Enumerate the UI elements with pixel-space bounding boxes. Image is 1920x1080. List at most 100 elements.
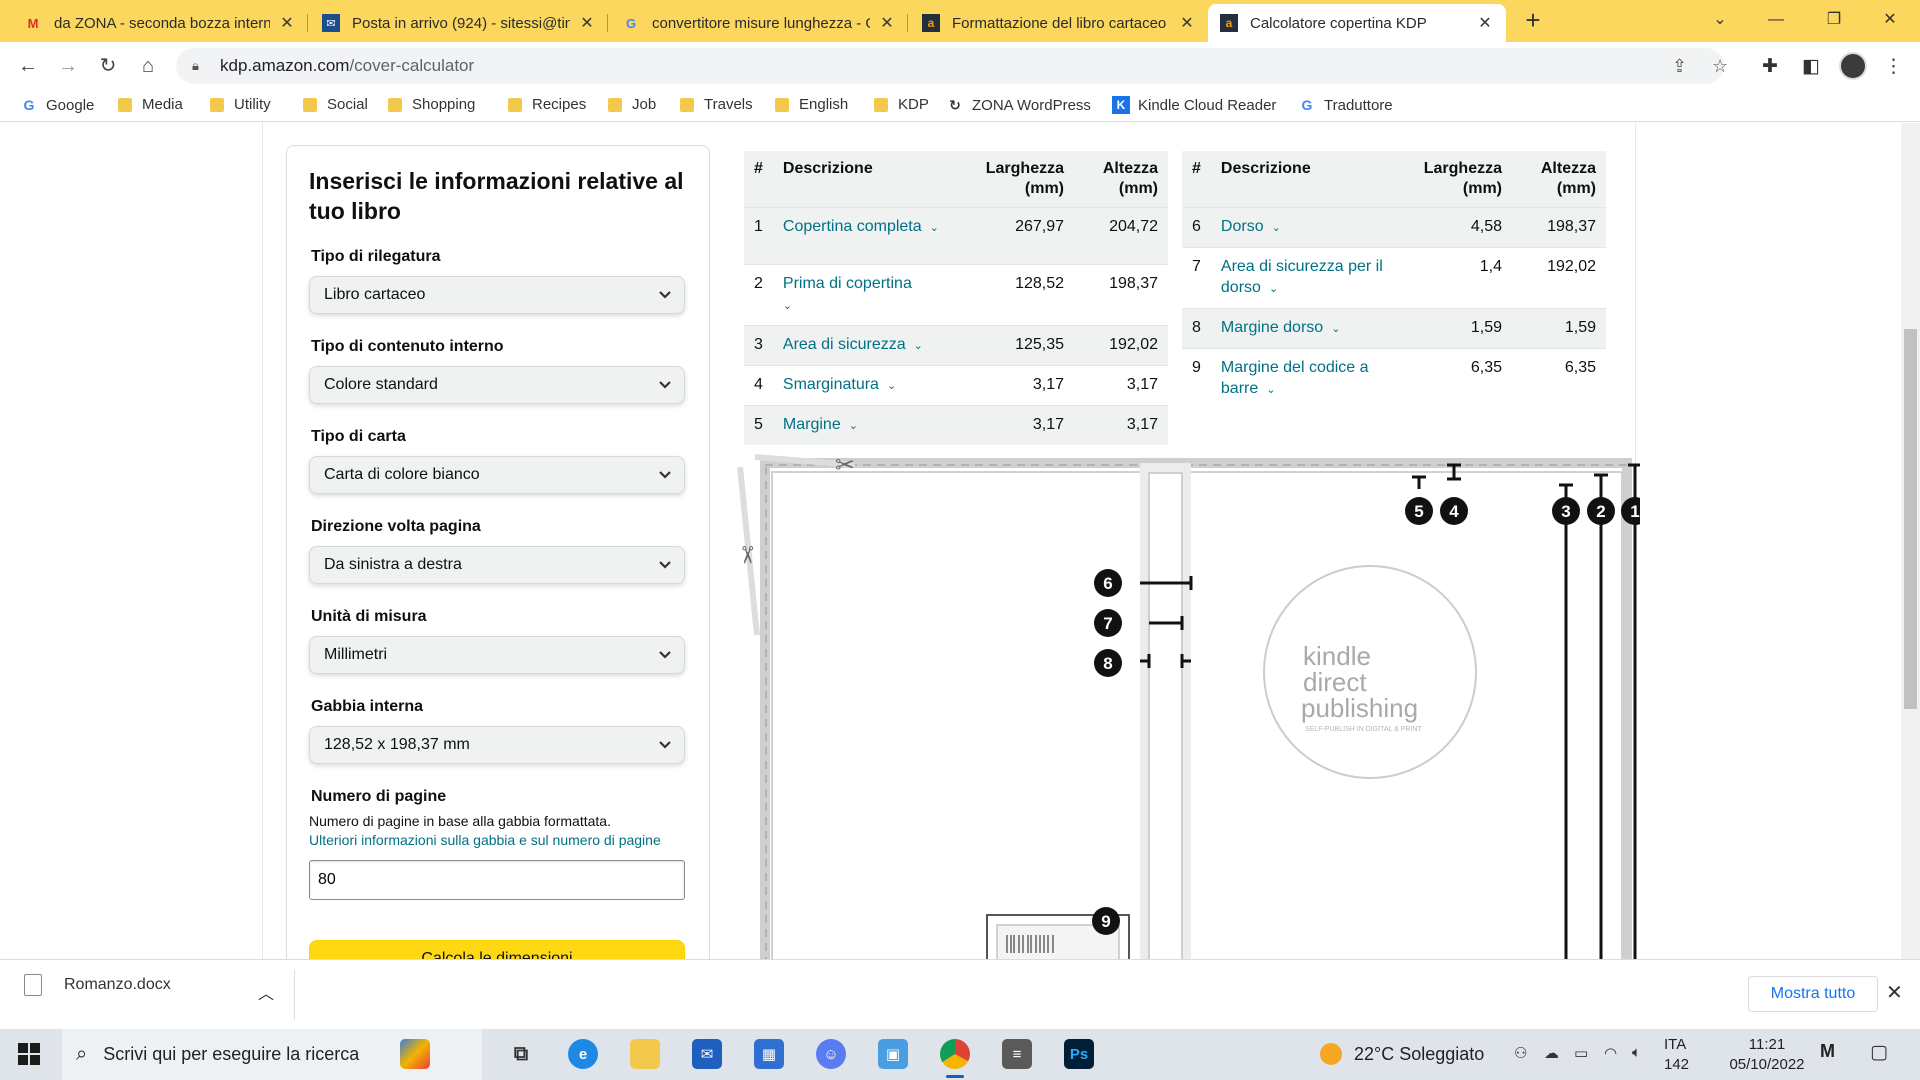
edge-icon[interactable]: e — [568, 1039, 598, 1069]
meet-icon[interactable]: M — [1820, 1041, 1835, 1062]
document-viewer-icon[interactable]: ≡ — [1002, 1039, 1032, 1069]
tab-gmail[interactable]: M da ZONA - seconda bozza intern ✕ — [12, 4, 308, 42]
bookmark-folder-utility[interactable]: Utility — [210, 96, 271, 113]
bookmark-folder-recipes[interactable]: Recipes — [508, 96, 586, 113]
mail-icon[interactable]: ✉ — [692, 1039, 722, 1069]
row-num: 4 — [744, 365, 773, 406]
people-icon[interactable]: ⚇ — [1514, 1044, 1527, 1062]
trim-pages-info-link[interactable]: Ulteriori informazioni sulla gabbia e su… — [309, 831, 685, 850]
share-icon[interactable]: ⇪ — [1672, 56, 1687, 77]
chevron-down-icon[interactable]: ⌄ — [1269, 283, 1278, 295]
reload-button[interactable]: ↻ — [92, 50, 124, 82]
chevron-down-icon[interactable]: ⌄ — [783, 300, 792, 312]
restore-button[interactable]: ❐ — [1814, 4, 1854, 36]
address-bar[interactable]: 🔒︎ kdp.amazon.com/cover-calculator — [176, 48, 1724, 84]
close-icon[interactable]: ✕ — [278, 13, 296, 33]
close-icon[interactable]: ✕ — [578, 13, 596, 33]
windows-taskbar: ⌕ Scrivi qui per eseguire la ricerca ⧉ e… — [0, 1029, 1920, 1080]
download-item[interactable]: Romanzo.docx — [24, 974, 171, 996]
show-all-button[interactable]: Mostra tutto — [1748, 976, 1878, 1012]
chevron-down-icon[interactable]: ⌄ — [887, 380, 896, 392]
row-desc-link[interactable]: Copertina completa — [783, 218, 922, 235]
bookmark-folder-english[interactable]: English — [775, 96, 848, 113]
close-icon[interactable]: ✕ — [1476, 13, 1494, 33]
row-desc-link[interactable]: Smarginatura — [783, 376, 879, 393]
col-height: Altezza (mm) — [1512, 151, 1606, 208]
chat-icon[interactable]: ☺ — [816, 1039, 846, 1069]
wifi-icon[interactable]: ◠ — [1604, 1044, 1617, 1062]
close-icon[interactable]: ✕ — [1886, 980, 1903, 1005]
row-desc-link[interactable]: Margine dorso — [1221, 319, 1323, 336]
chevron-down-icon[interactable]: ⌄ — [930, 222, 939, 234]
side-panel-icon[interactable]: ◧ — [1802, 55, 1820, 78]
row-desc-link[interactable]: Margine del codice a barre — [1221, 359, 1369, 397]
windows-start-icon[interactable] — [18, 1043, 40, 1065]
bookmark-kindle-cloud-reader[interactable]: K Kindle Cloud Reader — [1112, 96, 1276, 114]
row-desc-link[interactable]: Area di sicurezza per il dorso — [1221, 258, 1383, 296]
folder-icon — [874, 97, 888, 112]
tab-cover-calculator[interactable]: a Calcolatore copertina KDP ✕ — [1208, 4, 1506, 42]
row-width: 3,17 — [970, 365, 1074, 406]
row-desc-link[interactable]: Area di sicurezza — [783, 336, 906, 353]
chevron-down-icon[interactable]: ⌄ — [914, 340, 923, 352]
forward-button[interactable]: → — [52, 50, 84, 82]
unit-select[interactable]: Millimetri — [309, 636, 685, 674]
notifications-icon[interactable]: ▢ — [1870, 1041, 1888, 1064]
chevron-up-icon[interactable]: ︿ — [258, 980, 274, 1004]
bookmark-google[interactable]: G Google — [20, 96, 95, 114]
bookmark-folder-job[interactable]: Job — [608, 96, 656, 113]
input-language[interactable]: ITA 142 — [1664, 1035, 1689, 1075]
bookmark-folder-shopping[interactable]: Shopping — [388, 96, 475, 113]
paper-select[interactable]: Carta di colore bianco — [309, 456, 685, 494]
taskbar-clock[interactable]: 11:21 05/10/2022 — [1722, 1035, 1812, 1075]
menu-kebab-icon[interactable]: ⋮ — [1884, 55, 1903, 78]
bookmark-traduttore[interactable]: G Traduttore — [1298, 96, 1393, 114]
chevron-down-icon[interactable]: ⌄ — [849, 420, 858, 432]
store-icon[interactable]: ▦ — [754, 1039, 784, 1069]
direction-select[interactable]: Da sinistra a destra — [309, 546, 685, 584]
remote-desktop-icon[interactable]: ▣ — [878, 1039, 908, 1069]
task-view-icon[interactable]: ⧉ — [506, 1039, 536, 1069]
weather-widget[interactable]: 22°C Soleggiato — [1320, 1043, 1484, 1065]
profile-avatar[interactable] — [1839, 52, 1867, 80]
close-icon[interactable]: ✕ — [878, 13, 896, 33]
chevron-down-icon[interactable]: ⌄ — [1272, 222, 1281, 234]
bookmark-folder-travels[interactable]: Travels — [680, 96, 753, 113]
search-highlight-icon[interactable] — [400, 1039, 430, 1069]
tab-formatting[interactable]: a Formattazione del libro cartaceo ✕ — [910, 4, 1208, 42]
volume-icon[interactable]: 🔈︎ — [1632, 1044, 1641, 1061]
bookmark-label: Travels — [704, 96, 753, 113]
folder-icon — [118, 97, 132, 112]
minimize-button[interactable]: — — [1756, 4, 1796, 36]
trim-select[interactable]: 128,52 x 198,37 mm — [309, 726, 685, 764]
new-tab-button[interactable]: + — [1518, 6, 1548, 36]
tab-google[interactable]: G convertitore misure lunghezza - G ✕ — [610, 4, 908, 42]
close-icon[interactable]: ✕ — [1178, 13, 1196, 33]
row-desc-link[interactable]: Prima di copertina — [783, 275, 912, 292]
binding-select[interactable]: Libro cartaceo — [309, 276, 685, 314]
row-desc-link[interactable]: Margine — [783, 416, 841, 433]
page-count-input[interactable] — [309, 860, 685, 900]
file-explorer-icon[interactable] — [630, 1039, 660, 1069]
tab-search-chevron-icon[interactable]: ⌄ — [1700, 4, 1740, 36]
row-desc-link[interactable]: Dorso — [1221, 218, 1264, 235]
interior-select[interactable]: Colore standard — [309, 366, 685, 404]
chevron-down-icon[interactable]: ⌄ — [1331, 323, 1340, 335]
battery-icon[interactable]: ▭ — [1574, 1044, 1588, 1062]
chevron-down-icon[interactable]: ⌄ — [1266, 384, 1275, 396]
bookmark-folder-kdp[interactable]: KDP — [874, 96, 929, 113]
extensions-puzzle-icon[interactable]: ✚ — [1762, 55, 1778, 78]
close-window-button[interactable]: ✕ — [1870, 4, 1910, 36]
chrome-icon[interactable] — [940, 1039, 970, 1078]
photoshop-icon[interactable]: Ps — [1064, 1039, 1094, 1069]
bookmark-folder-social[interactable]: Social — [303, 96, 368, 113]
tab-mail[interactable]: ✉ Posta in arrivo (924) - sitessi@tin ✕ — [310, 4, 608, 42]
bookmark-star-icon[interactable]: ☆ — [1712, 56, 1728, 77]
scrollbar-thumb[interactable] — [1904, 329, 1917, 709]
back-button[interactable]: ← — [12, 50, 44, 82]
cloud-icon[interactable]: ☁ — [1544, 1044, 1559, 1062]
bookmark-zona-wordpress[interactable]: ↻ ZONA WordPress — [946, 96, 1091, 114]
calculate-dimensions-button[interactable]: Calcola le dimensioni — [309, 940, 685, 959]
bookmark-folder-media[interactable]: Media — [118, 96, 183, 113]
home-button[interactable]: ⌂ — [132, 50, 164, 82]
